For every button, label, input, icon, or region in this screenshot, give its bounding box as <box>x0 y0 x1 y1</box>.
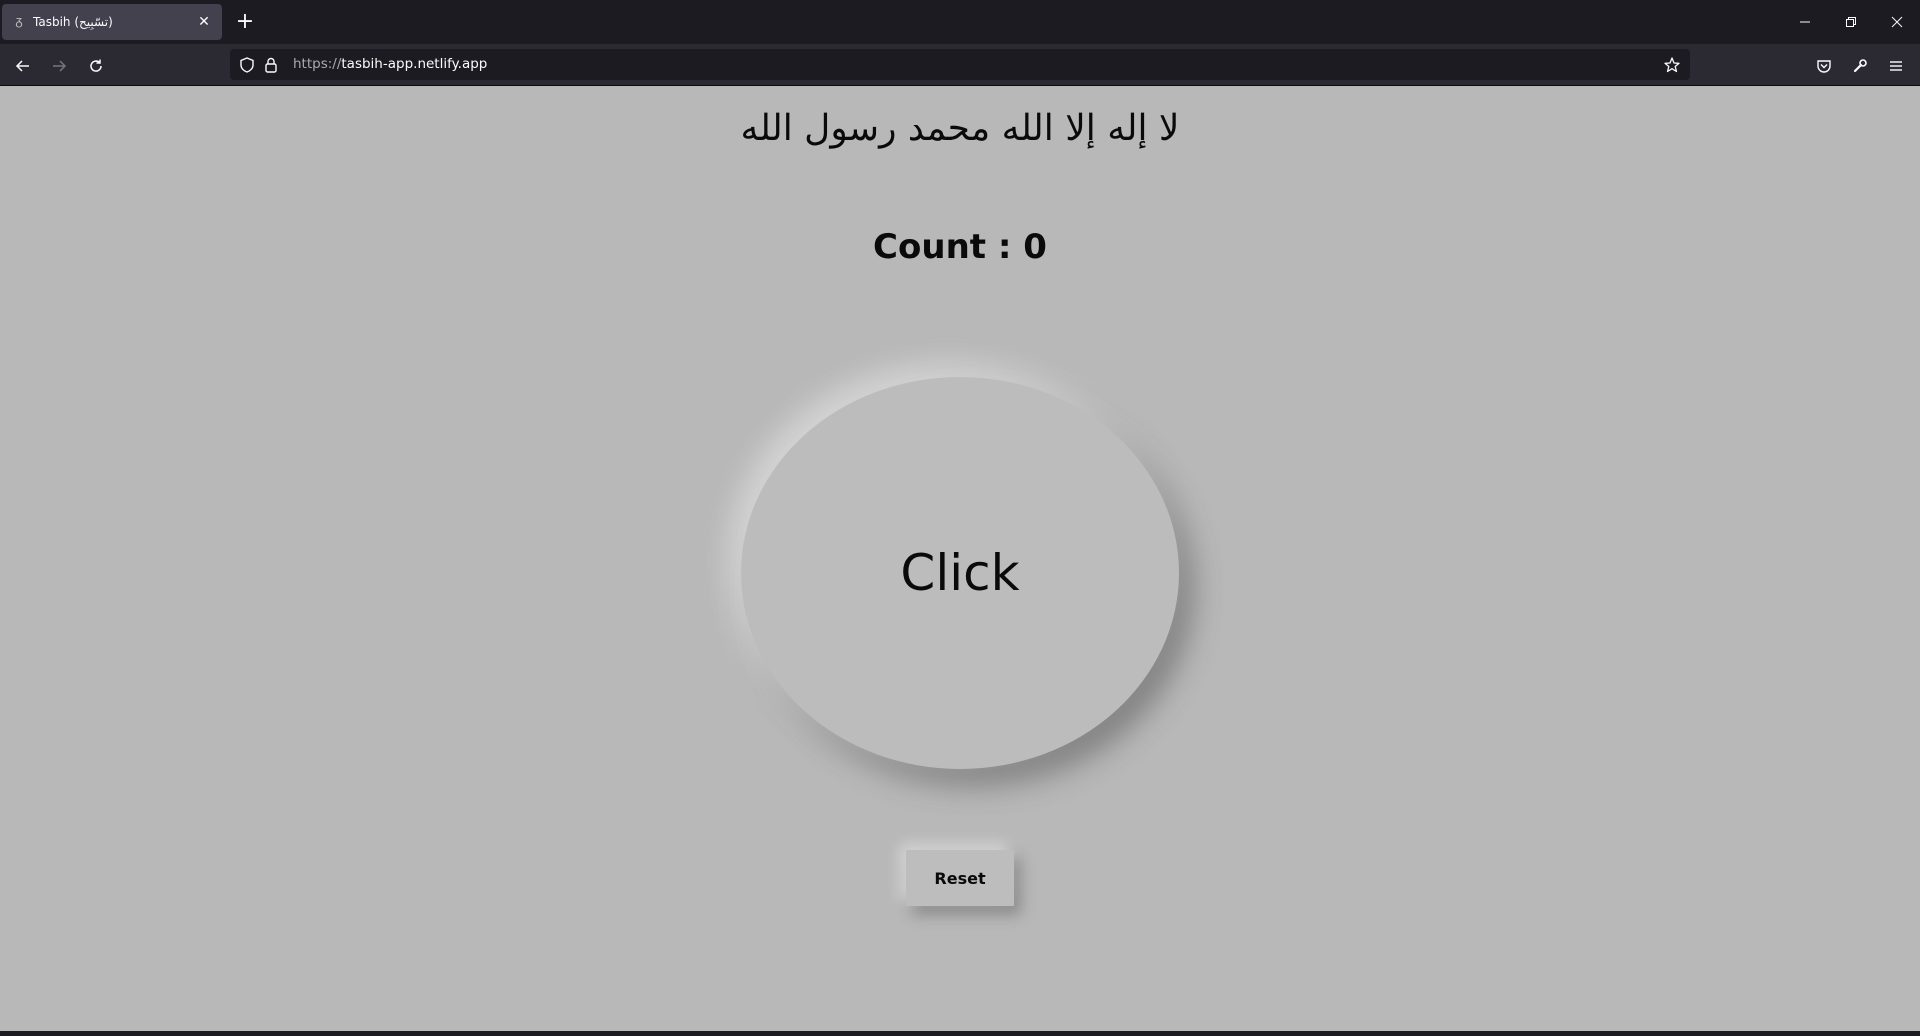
tab-title: Tasbih (تسّبِيح) <box>33 15 113 29</box>
kalima-heading: لا إله إلا الله محمد رسول الله <box>740 108 1180 149</box>
tab-close-icon[interactable]: ✕ <box>194 12 214 32</box>
new-tab-button[interactable]: + <box>232 8 258 36</box>
url-bar[interactable]: https://tasbih-app.netlify.app <box>230 49 1690 80</box>
minimize-icon[interactable] <box>1782 0 1828 44</box>
tasbih-page: لا إله إلا الله محمد رسول الله Count : 0… <box>0 86 1920 1031</box>
restore-icon[interactable] <box>1828 0 1874 44</box>
reload-icon <box>88 55 104 74</box>
wrench-icon <box>1852 55 1868 74</box>
url-scheme: https:// <box>293 56 342 72</box>
menu-button[interactable] <box>1882 51 1910 79</box>
tasbih-favicon-icon: ᵹ <box>15 14 23 29</box>
pocket-icon <box>1816 55 1832 74</box>
taskbar-edge <box>0 1031 1920 1036</box>
star-icon[interactable] <box>1663 56 1681 74</box>
browser-tab[interactable]: ᵹ Tasbih (تسّبِيح) ✕ <box>2 4 222 40</box>
tools-button[interactable] <box>1846 51 1874 79</box>
arrow-left-icon <box>15 55 31 74</box>
url-host: tasbih-app.netlify.app <box>341 56 488 72</box>
reset-button-label: Reset <box>934 868 986 888</box>
browser-navbar: https://tasbih-app.netlify.app <box>0 44 1920 86</box>
click-counter-button[interactable]: Click <box>741 377 1179 769</box>
reload-button[interactable] <box>82 51 110 79</box>
back-button[interactable] <box>9 51 37 79</box>
arrow-right-icon <box>51 55 67 74</box>
url-text[interactable]: https://tasbih-app.netlify.app <box>293 56 487 73</box>
pocket-button[interactable] <box>1810 51 1838 79</box>
count-display: Count : 0 <box>873 227 1047 267</box>
hamburger-menu-icon <box>1888 55 1904 74</box>
window-close-icon[interactable] <box>1874 0 1920 44</box>
lock-icon[interactable] <box>262 56 280 74</box>
forward-button[interactable] <box>45 51 73 79</box>
reset-button[interactable]: Reset <box>906 850 1014 906</box>
shield-icon[interactable] <box>238 56 256 74</box>
browser-tabbar: ᵹ Tasbih (تسّبِيح) ✕ + <box>0 0 1920 44</box>
click-button-label: Click <box>900 544 1020 602</box>
